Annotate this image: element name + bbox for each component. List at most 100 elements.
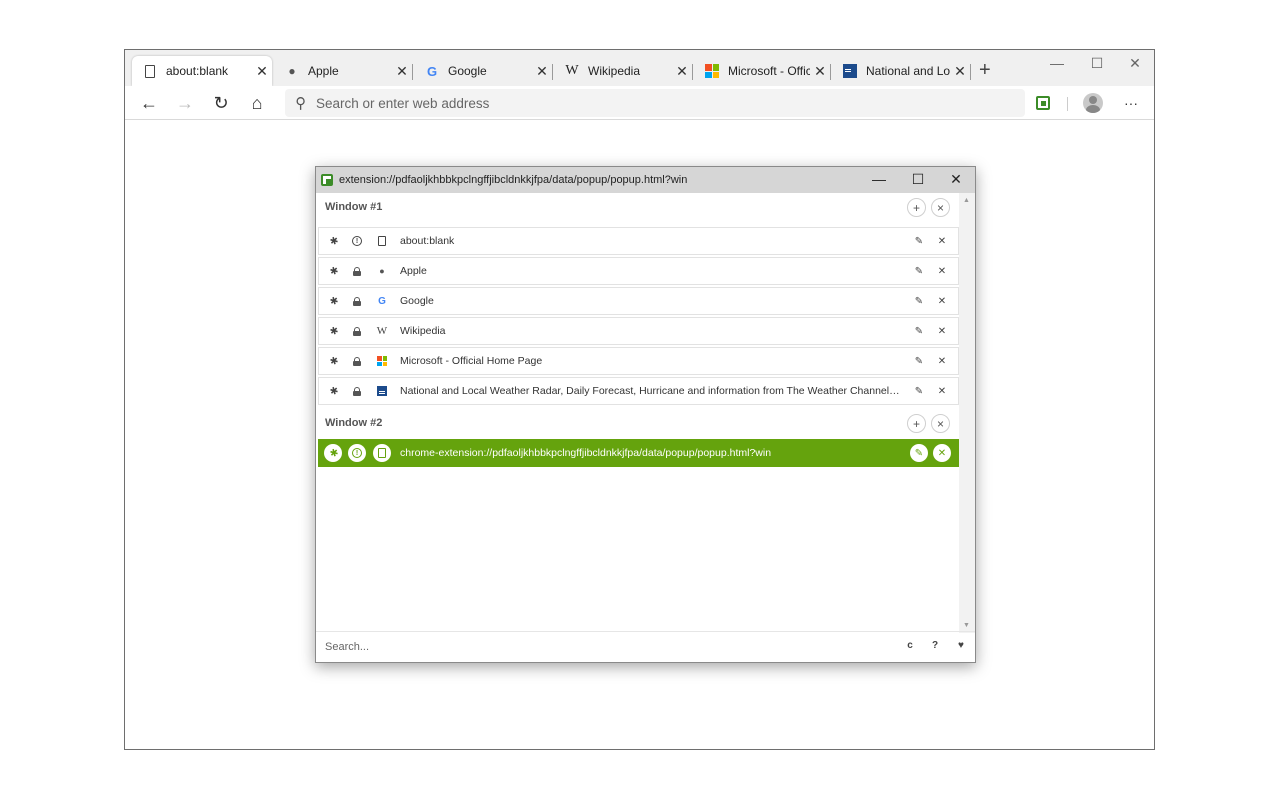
- refresh-button[interactable]: c: [904, 640, 916, 651]
- apple-icon: ●: [288, 64, 296, 78]
- scroll-down-icon[interactable]: ▼: [963, 622, 970, 629]
- add-tab-button[interactable]: +: [907, 414, 926, 433]
- close-tab-icon[interactable]: ✕: [935, 354, 949, 368]
- tab-close-icon[interactable]: ✕: [672, 63, 692, 80]
- maximize-button[interactable]: ☐: [1087, 55, 1107, 72]
- more-menu-button[interactable]: ···: [1119, 91, 1143, 115]
- pin-icon[interactable]: ✱: [326, 264, 340, 278]
- tab-title: Apple: [308, 64, 339, 78]
- close-window-button[interactable]: ×: [931, 198, 950, 217]
- extension-icon: [1036, 96, 1050, 110]
- tab-row[interactable]: ✱ Microsoft - Official Home Page ✎ ✕: [318, 347, 959, 375]
- page-icon: [373, 444, 391, 462]
- tab-row[interactable]: ✱ ! about:blank ✎ ✕: [318, 227, 959, 255]
- home-icon: ⌂: [251, 92, 263, 113]
- tab-close-icon[interactable]: ✕: [532, 63, 552, 80]
- address-input[interactable]: [316, 95, 916, 111]
- close-window-button[interactable]: ×: [931, 414, 950, 433]
- info-icon: !: [350, 234, 364, 248]
- close-window-button[interactable]: ✕: [1125, 55, 1145, 72]
- tab-close-icon[interactable]: ✕: [252, 63, 272, 80]
- tab-row[interactable]: ✱ National and Local Weather Radar, Dail…: [318, 377, 959, 405]
- tab-row[interactable]: ✱ W Wikipedia ✎ ✕: [318, 317, 959, 345]
- add-tab-button[interactable]: +: [907, 198, 926, 217]
- popup-titlebar: extension://pdfaoljkhbbkpclngffjibcldnkk…: [316, 167, 975, 193]
- new-tab-button[interactable]: +: [979, 60, 991, 80]
- tab-row[interactable]: ✱ ● Apple ✎ ✕: [318, 257, 959, 285]
- forward-button[interactable]: →: [173, 91, 197, 115]
- pin-icon[interactable]: ✱: [326, 354, 340, 368]
- edit-icon[interactable]: ✎: [912, 234, 926, 248]
- microsoft-icon: [375, 354, 389, 368]
- popup-minimize-button[interactable]: —: [869, 171, 889, 187]
- tab-row-title: Wikipedia: [400, 325, 446, 337]
- browser-tab-weather[interactable]: National and Local ✕: [832, 56, 970, 86]
- popup-close-button[interactable]: ✕: [946, 171, 966, 187]
- browser-tab-google[interactable]: G Google ✕: [414, 56, 552, 86]
- microsoft-icon: [704, 63, 720, 79]
- close-tab-icon[interactable]: ✕: [933, 444, 951, 462]
- tab-close-icon[interactable]: ✕: [950, 63, 970, 80]
- close-tab-icon[interactable]: ✕: [935, 264, 949, 278]
- toolbar-divider: [1067, 97, 1068, 111]
- tab-row[interactable]: ✱ G Google ✎ ✕: [318, 287, 959, 315]
- edit-icon[interactable]: ✎: [912, 294, 926, 308]
- close-tab-icon[interactable]: ✕: [935, 324, 949, 338]
- home-button[interactable]: ⌂: [245, 91, 269, 115]
- tab-separator: [412, 64, 413, 80]
- browser-tab-microsoft[interactable]: Microsoft - Official ✕: [694, 56, 830, 86]
- minimize-button[interactable]: —: [1047, 55, 1067, 71]
- page-icon: [142, 63, 158, 79]
- browser-tab-about-blank[interactable]: about:blank ✕: [132, 56, 272, 86]
- browser-tab-apple[interactable]: ● Apple ✕: [274, 56, 412, 86]
- scroll-up-icon[interactable]: ▲: [963, 197, 970, 204]
- window-title: Window #1: [325, 201, 383, 213]
- window-header: Window #1 + ×: [316, 193, 961, 221]
- popup-maximize-button[interactable]: ☐: [908, 171, 928, 187]
- tab-row-selected[interactable]: ✱ ! chrome-extension://pdfaoljkhbbkpclng…: [318, 439, 959, 467]
- profile-button[interactable]: [1081, 91, 1105, 115]
- google-icon: G: [378, 295, 386, 307]
- refresh-button[interactable]: ↻: [209, 91, 233, 115]
- pin-icon[interactable]: ✱: [324, 444, 342, 462]
- lock-icon: [350, 294, 364, 308]
- help-button[interactable]: ?: [929, 640, 941, 651]
- close-tab-icon[interactable]: ✕: [935, 234, 949, 248]
- heart-icon[interactable]: ♥: [955, 640, 967, 651]
- lock-icon: [350, 384, 364, 398]
- tab-title: National and Local: [866, 64, 950, 78]
- edit-icon[interactable]: ✎: [912, 264, 926, 278]
- google-icon: G: [426, 63, 438, 79]
- lock-icon: [350, 354, 364, 368]
- browser-tab-wikipedia[interactable]: W Wikipedia ✕: [554, 56, 692, 86]
- tab-row-title: National and Local Weather Radar, Daily …: [400, 385, 900, 397]
- tab-separator: [552, 64, 553, 80]
- edit-icon[interactable]: ✎: [912, 354, 926, 368]
- extension-button[interactable]: [1031, 91, 1055, 115]
- popup-title: extension://pdfaoljkhbbkpclngffjibcldnkk…: [339, 174, 688, 186]
- close-tab-icon[interactable]: ✕: [935, 384, 949, 398]
- weather-channel-icon: [375, 384, 389, 398]
- pin-icon[interactable]: ✱: [326, 294, 340, 308]
- refresh-icon: ↻: [213, 92, 229, 113]
- close-tab-icon[interactable]: ✕: [935, 294, 949, 308]
- back-button[interactable]: ←: [137, 91, 161, 115]
- edit-icon[interactable]: ✎: [912, 324, 926, 338]
- pin-icon[interactable]: ✱: [326, 324, 340, 338]
- browser-toolbar: ← → ↻ ⌂ ⚲ ···: [125, 86, 1154, 120]
- tab-row-title: chrome-extension://pdfaoljkhbbkpclngffji…: [400, 447, 772, 459]
- tab-close-icon[interactable]: ✕: [392, 63, 412, 80]
- extension-icon: [321, 174, 333, 186]
- tab-separator: [830, 64, 831, 80]
- pin-icon[interactable]: ✱: [326, 234, 340, 248]
- tab-separator: [970, 64, 971, 80]
- edit-icon[interactable]: ✎: [910, 444, 928, 462]
- tab-title: Microsoft - Official: [728, 64, 810, 78]
- pin-icon[interactable]: ✱: [326, 384, 340, 398]
- window-title: Window #2: [325, 417, 383, 429]
- edit-icon[interactable]: ✎: [912, 384, 926, 398]
- scrollbar[interactable]: ▲ ▼: [959, 193, 975, 633]
- search-input[interactable]: [325, 641, 825, 653]
- tab-close-icon[interactable]: ✕: [810, 63, 830, 80]
- address-bar[interactable]: ⚲: [285, 89, 1025, 117]
